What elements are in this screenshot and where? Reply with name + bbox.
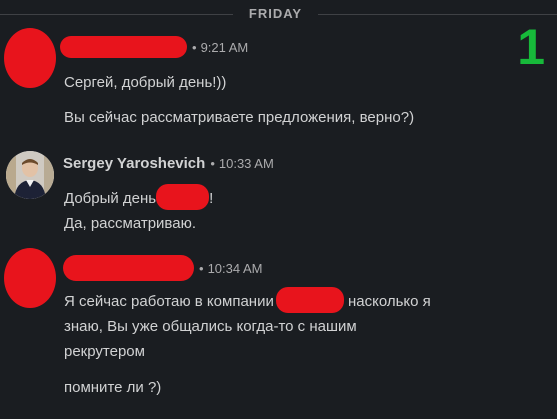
redacted-avatar[interactable] [4, 248, 56, 308]
message-header: Sergey Yaroshevich • 10:33 AM [63, 153, 274, 173]
message-header: • 9:21 AM [60, 36, 248, 58]
redacted-sender-name[interactable] [63, 255, 194, 281]
message-text: рекрутером [64, 343, 145, 360]
day-divider-label[interactable]: FRIDAY [233, 6, 318, 21]
message-text: Вы сейчас рассматриваете предложения, ве… [64, 109, 415, 126]
message-text: помните ли ?) [64, 379, 162, 396]
person-photo-icon [6, 151, 54, 199]
message-timestamp[interactable]: • 10:34 AM [199, 261, 263, 276]
sender-name[interactable]: Sergey Yaroshevich [63, 155, 205, 172]
redacted-avatar[interactable] [4, 28, 56, 88]
message-header: • 10:34 AM [63, 255, 263, 281]
message-text: Я сейчас работаю в компании насколько я [64, 287, 431, 314]
message-2[interactable]: Sergey Yaroshevich • 10:33 AM Добрый день… [0, 146, 557, 241]
day-divider: FRIDAY [0, 0, 557, 30]
redacted-sender-name[interactable] [60, 36, 187, 58]
divider-line-left [0, 14, 233, 15]
message-timestamp[interactable]: • 9:21 AM [192, 40, 248, 55]
chat-canvas: FRIDAY 1 • 9:21 AM Сергей, добрый день!))… [0, 0, 557, 419]
redacted-company-inline [275, 287, 344, 314]
message-text: Сергей, добрый день!)) [64, 74, 227, 91]
divider-line-right [318, 14, 557, 15]
message-text: Добрый день! [64, 184, 213, 211]
message-timestamp[interactable]: • 10:33 AM [210, 156, 274, 171]
redacted-name-inline [156, 184, 210, 211]
message-3[interactable]: • 10:34 AM Я сейчас работаю в компании на… [0, 246, 557, 411]
message-text: Да, рассматриваю. [64, 215, 196, 232]
user-avatar[interactable] [6, 151, 54, 199]
message-1[interactable]: • 9:21 AM Сергей, добрый день!)) Вы сейча… [0, 28, 557, 138]
message-text: знаю, Вы уже общались когда-то с нашим [64, 318, 357, 335]
